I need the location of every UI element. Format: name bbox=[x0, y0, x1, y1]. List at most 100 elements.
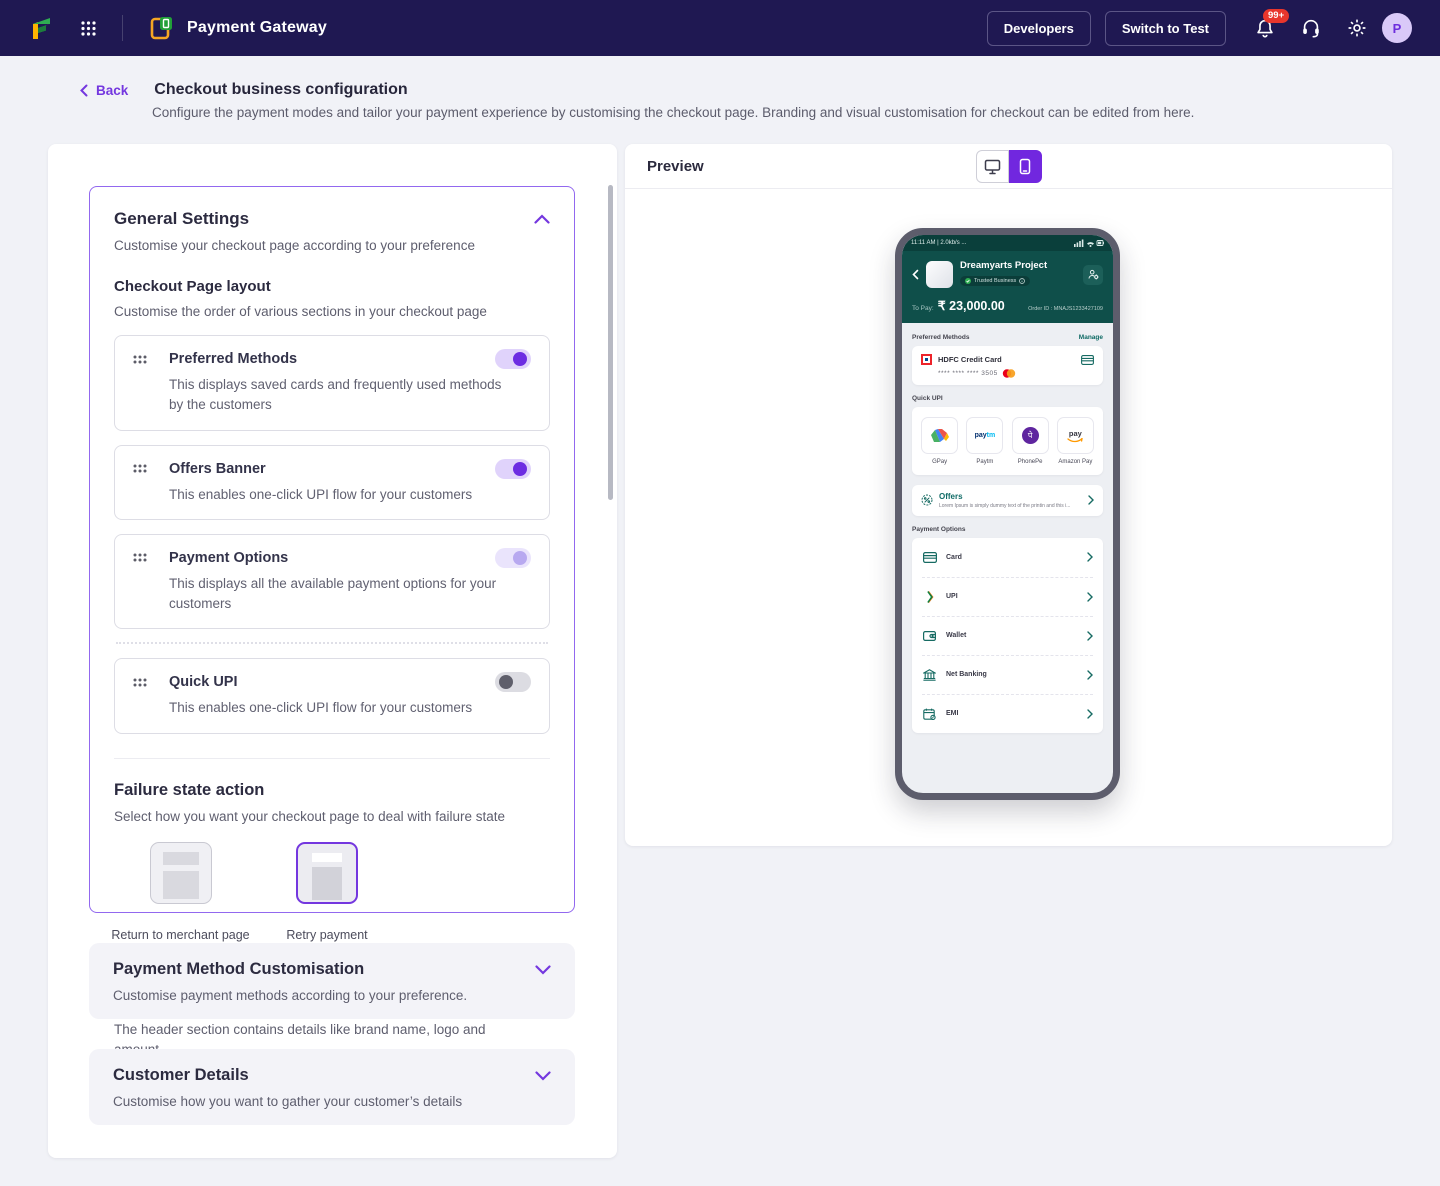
payment-gateway-icon bbox=[149, 15, 175, 41]
desktop-preview-button[interactable] bbox=[975, 150, 1009, 183]
section-customer-details[interactable]: Customer Details Customise how you want … bbox=[89, 1049, 575, 1125]
quick-upi-toggle[interactable] bbox=[495, 672, 531, 693]
quick-upi-app-amazonpay[interactable]: pay Amazon Pay bbox=[1056, 417, 1094, 467]
payment-option-wallet[interactable]: Wallet bbox=[922, 615, 1093, 655]
layout-item-desc: This displays saved cards and frequently… bbox=[169, 377, 502, 413]
layout-item-title: Quick UPI bbox=[169, 674, 238, 691]
general-settings-section: General Settings Customise your checkout… bbox=[89, 186, 575, 1057]
quick-upi-app-gpay[interactable]: GPay bbox=[921, 417, 959, 467]
chevron-right-icon bbox=[1087, 709, 1093, 719]
failure-option-return-merchant[interactable]: Return to merchant page bbox=[111, 842, 250, 942]
apps-grid-icon[interactable] bbox=[81, 20, 96, 36]
back-link[interactable]: Back bbox=[80, 81, 128, 98]
phone-back-icon[interactable] bbox=[912, 269, 919, 280]
desktop-icon bbox=[984, 159, 1000, 174]
chevron-right-icon bbox=[1087, 552, 1093, 562]
phone-preview: 11:11 AM | 2.0kb/s ... Dreamyarts Projec… bbox=[895, 228, 1120, 800]
preview-panel: Preview 11:11 AM | 2.0kb/s ... Dreamyart… bbox=[625, 144, 1392, 846]
layout-item-quick-upi: Quick UPI This enables one-click UPI flo… bbox=[114, 658, 550, 734]
payment-option-emi[interactable]: EMI bbox=[922, 693, 1093, 733]
offers-title: Offers bbox=[939, 491, 963, 501]
trusted-business-badge: Trusted Business bbox=[960, 276, 1031, 286]
bank-icon bbox=[923, 668, 936, 681]
page-title: Checkout business configuration bbox=[154, 81, 408, 98]
amount: ₹ 23,000.00 bbox=[937, 299, 1005, 313]
preferred-methods-toggle[interactable] bbox=[495, 349, 531, 370]
user-settings-icon[interactable] bbox=[1083, 264, 1103, 285]
to-pay-label: To Pay: bbox=[912, 305, 934, 312]
failure-subtitle: Select how you want your checkout page t… bbox=[114, 808, 505, 824]
notifications-bell-icon[interactable]: 99+ bbox=[1254, 9, 1290, 39]
drag-handle-icon[interactable] bbox=[133, 464, 147, 473]
chevron-right-icon bbox=[1087, 592, 1093, 602]
card-name: HDFC Credit Card bbox=[938, 355, 1002, 364]
quick-upi-app-phonepe[interactable]: पे PhonePe bbox=[1011, 417, 1049, 467]
failure-title: Failure state action bbox=[114, 780, 265, 799]
offers-banner-toggle[interactable] bbox=[495, 458, 531, 479]
general-settings-subtitle: Customise your checkout page according t… bbox=[114, 238, 475, 253]
layout-item-desc: This enables one-click UPI flow for your… bbox=[169, 486, 473, 502]
upi-icon bbox=[926, 590, 933, 603]
drag-handle-icon[interactable] bbox=[133, 553, 147, 562]
mobile-icon bbox=[1019, 158, 1031, 175]
merchant-logo bbox=[926, 261, 953, 288]
preview-title: Preview bbox=[647, 157, 704, 175]
layout-item-desc: This displays all the available payment … bbox=[169, 575, 497, 612]
layout-item-offers-banner: Offers Banner This enables one-click UPI… bbox=[114, 444, 550, 520]
failure-option-retry-payment[interactable]: Retry payment bbox=[275, 842, 379, 942]
layout-item-preferred-methods: Preferred Methods This displays saved ca… bbox=[114, 335, 550, 431]
chevron-down-icon[interactable] bbox=[535, 1070, 551, 1081]
amazon-pay-icon: pay bbox=[1067, 429, 1084, 443]
scrollbar[interactable] bbox=[608, 185, 613, 500]
verified-check-icon bbox=[965, 278, 971, 284]
drag-handle-icon[interactable] bbox=[133, 678, 147, 687]
back-chevron-icon bbox=[80, 84, 88, 97]
collapse-chevron-up-icon[interactable] bbox=[534, 214, 550, 224]
payment-options-toggle[interactable] bbox=[495, 547, 531, 568]
chevron-down-icon[interactable] bbox=[535, 964, 551, 975]
layout-item-desc: This enables one-click UPI flow for your… bbox=[169, 700, 473, 716]
gpay-icon bbox=[930, 428, 949, 442]
layout-subtitle: Customise the order of various sections … bbox=[114, 303, 487, 319]
chevron-right-icon bbox=[1088, 495, 1094, 505]
general-settings-title: General Settings bbox=[114, 209, 250, 228]
preferred-methods-label: Preferred Methods bbox=[912, 334, 970, 341]
manage-link[interactable]: Manage bbox=[1079, 334, 1103, 341]
return-merchant-thumbnail bbox=[149, 842, 212, 905]
info-icon bbox=[1019, 278, 1026, 284]
offers-desc: Lorem Ipsum is simply dummy text of the … bbox=[939, 502, 1071, 509]
nav-divider bbox=[122, 15, 123, 41]
status-time: 11:11 AM | 2.0kb/s ... bbox=[911, 240, 967, 246]
payment-options-label: Payment Options bbox=[912, 525, 966, 533]
mobile-preview-button[interactable] bbox=[1008, 150, 1042, 183]
quick-upi-app-paytm[interactable]: paytm Paytm bbox=[966, 417, 1004, 467]
layout-title: Checkout Page layout bbox=[114, 277, 271, 295]
device-toggle bbox=[975, 150, 1042, 183]
section-payment-method-customisation[interactable]: Payment Method Customisation Customise p… bbox=[89, 943, 575, 1019]
layout-item-title: Payment Options bbox=[169, 549, 289, 566]
layout-item-title: Offers Banner bbox=[169, 460, 266, 477]
top-nav: Payment Gateway Developers Switch to Tes… bbox=[0, 0, 1440, 56]
page-subtitle: Configure the payment modes and tailor y… bbox=[152, 105, 1195, 120]
settings-panel: General Settings Customise your checkout… bbox=[48, 144, 617, 1158]
offers-banner[interactable]: Offers Lorem Ipsum is simply dummy text … bbox=[912, 484, 1103, 516]
payment-option-upi[interactable]: UPI bbox=[922, 576, 1093, 616]
settings-gear-icon[interactable] bbox=[1346, 17, 1368, 39]
payment-option-netbanking[interactable]: Net Banking bbox=[922, 654, 1093, 694]
payment-option-card[interactable]: Card bbox=[922, 538, 1093, 577]
brand-logo-icon[interactable] bbox=[28, 15, 55, 42]
layout-item-title: Preferred Methods bbox=[169, 351, 298, 368]
chevron-right-icon bbox=[1087, 631, 1093, 641]
saved-card-row[interactable]: HDFC Credit Card **** **** **** 3505 bbox=[912, 346, 1103, 385]
drag-handle-icon[interactable] bbox=[133, 355, 147, 364]
user-avatar[interactable]: P bbox=[1382, 13, 1412, 43]
card-icon bbox=[922, 551, 937, 563]
dotted-divider bbox=[116, 642, 548, 645]
switch-to-test-button[interactable]: Switch to Test bbox=[1104, 10, 1226, 46]
developers-button[interactable]: Developers bbox=[986, 10, 1091, 46]
product-switcher[interactable]: Payment Gateway bbox=[149, 15, 327, 41]
emi-calendar-icon bbox=[923, 708, 936, 720]
phonepe-icon: पे bbox=[1021, 427, 1039, 444]
paytm-icon: paytm bbox=[974, 432, 996, 439]
support-headset-icon[interactable] bbox=[1300, 17, 1322, 39]
